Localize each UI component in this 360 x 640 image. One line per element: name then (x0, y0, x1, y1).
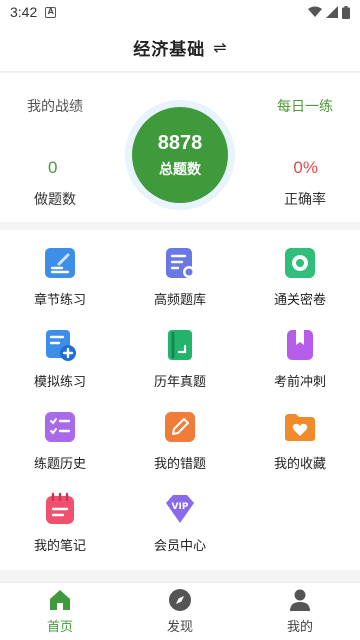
vip-diamond-icon: VIP (166, 495, 194, 523)
checklist-icon (45, 412, 75, 442)
total-questions-circle: 8878 总题数 (132, 107, 228, 203)
feature-wrong-questions[interactable]: 我的错题 (120, 394, 240, 476)
battery-icon (342, 5, 350, 19)
wifi-icon (308, 6, 322, 17)
feature-my-notes[interactable]: 我的笔记 (0, 476, 120, 558)
feature-my-favorites[interactable]: 我的收藏 (240, 394, 360, 476)
subject-title[interactable]: 经济基础 (133, 35, 205, 60)
feature-pass-exam[interactable]: 通关密卷 (240, 230, 360, 312)
tab-label: 发现 (166, 620, 193, 635)
daily-practice-link[interactable]: 每日一练 (277, 96, 333, 116)
bookmark-book-icon (287, 330, 313, 360)
feature-high-frequency-bank[interactable]: 高频题库 (120, 230, 240, 312)
feature-label: 我的收藏 (273, 457, 326, 472)
done-count-label: 做题数 (34, 192, 76, 208)
tab-label: 首页 (46, 620, 73, 635)
accuracy-label: 正确率 (284, 192, 326, 208)
status-bar: 3:42 A (0, 0, 360, 24)
status-right-icons (308, 5, 350, 19)
feature-grid: 章节练习 高频题库 通关密卷 模拟练习 历年真题 考前冲刺 练题历史 我的错题 … (0, 230, 360, 570)
notification-a-icon: A (45, 6, 57, 18)
feature-past-papers[interactable]: 历年真题 (120, 312, 240, 394)
book-icon (168, 330, 192, 360)
heart-folder-icon (285, 414, 315, 441)
signal-icon (326, 6, 338, 18)
status-time: 3:42 (10, 4, 38, 20)
feature-practice-history[interactable]: 练题历史 (0, 394, 120, 476)
stats-panel: 我的战绩 每日一练 8878 总题数 0 做题数 0% 正确率 (0, 73, 360, 222)
list-settings-icon (166, 248, 195, 278)
tab-discover[interactable]: 发现 (120, 583, 240, 640)
feature-label: 会员中心 (153, 539, 206, 554)
app-header: 经济基础 ⇌ (0, 24, 360, 72)
feature-label: 模拟练习 (33, 375, 86, 390)
feature-member-center[interactable]: VIP 会员中心 (120, 476, 240, 558)
tab-label: 我的 (286, 620, 313, 635)
accuracy-value: 0% (293, 158, 318, 177)
svg-text:VIP: VIP (172, 502, 189, 512)
tab-me[interactable]: 我的 (240, 583, 360, 640)
feature-label: 通关密卷 (273, 293, 326, 308)
feature-label: 考前冲刺 (273, 375, 326, 390)
feature-label: 高频题库 (153, 293, 206, 308)
feature-pre-exam-sprint[interactable]: 考前冲刺 (240, 312, 360, 394)
pencil-square-icon (165, 412, 195, 442)
feature-label: 我的笔记 (33, 539, 86, 554)
home-icon (50, 590, 70, 610)
notebook-icon (46, 492, 74, 524)
my-record-label: 我的战绩 (27, 99, 83, 115)
total-questions-label: 总题数 (159, 161, 201, 178)
compass-icon (169, 589, 191, 611)
user-icon (290, 589, 310, 611)
feature-label: 练题历史 (33, 457, 86, 472)
total-questions-ring: 8878 总题数 (125, 100, 235, 210)
feature-label: 章节练习 (33, 293, 86, 308)
total-questions-value: 8878 (157, 131, 203, 154)
camera-frame-icon (285, 248, 315, 278)
feature-label: 历年真题 (153, 375, 206, 390)
bottom-tab-bar: 首页 发现 我的 (0, 582, 360, 640)
done-count-value: 0 (48, 158, 58, 177)
feature-mock-practice[interactable]: 模拟练习 (0, 312, 120, 394)
feature-label: 我的错题 (153, 457, 206, 472)
switch-subject-icon[interactable]: ⇌ (213, 38, 226, 57)
tab-home[interactable]: 首页 (0, 583, 120, 640)
feature-chapter-practice[interactable]: 章节练习 (0, 230, 120, 312)
edit-note-icon (45, 248, 75, 278)
doc-add-icon (46, 330, 76, 361)
